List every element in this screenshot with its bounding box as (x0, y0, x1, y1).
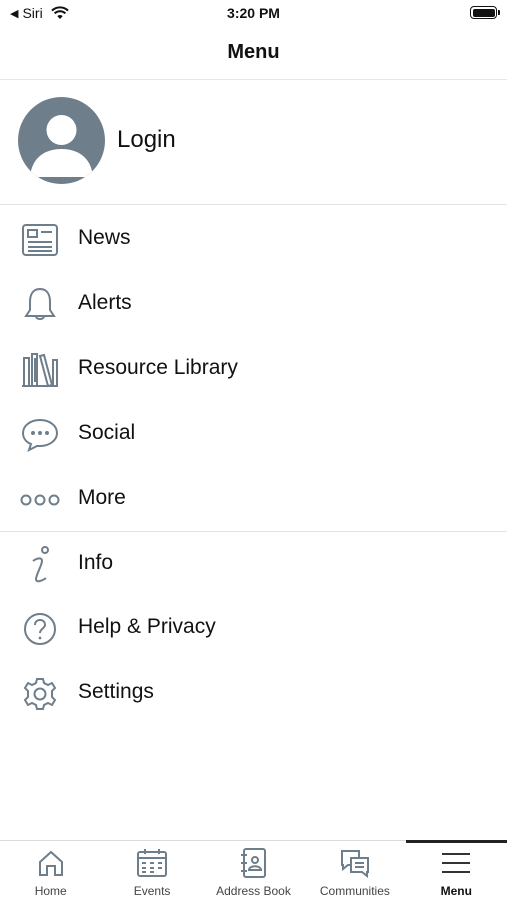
tab-communities[interactable]: Communities (304, 841, 405, 900)
menu-item-label: Alerts (78, 291, 132, 314)
tab-label: Events (133, 884, 171, 898)
help-icon (20, 609, 60, 649)
address-book-icon (203, 847, 304, 879)
menu-item-label: News (78, 226, 131, 249)
menu-item-news[interactable]: News (0, 207, 507, 272)
news-icon (20, 220, 60, 260)
tab-menu[interactable]: Menu (406, 841, 507, 900)
login-label[interactable]: Login (117, 126, 176, 154)
tab-label: Home (34, 884, 67, 898)
status-time: 3:20 PM (227, 5, 280, 21)
tab-events[interactable]: Events (101, 841, 202, 900)
battery-icon (470, 6, 500, 19)
menu-item-label: Info (78, 551, 114, 574)
calendar-icon (101, 847, 202, 879)
menu-item-label: Resource Library (78, 356, 238, 379)
menu-item-social[interactable]: Social (0, 402, 507, 467)
chat-bubble-icon (20, 415, 60, 455)
menu-item-settings[interactable]: Settings (0, 661, 507, 726)
menu-item-alerts[interactable]: Alerts (0, 272, 507, 337)
gear-icon (20, 674, 60, 714)
tab-label: Menu (440, 884, 472, 898)
communities-icon (304, 847, 405, 879)
status-bar: ◀ Siri 3:20 PM (0, 0, 507, 28)
tab-label: Communities (319, 884, 390, 898)
tab-label: Address Book (216, 884, 291, 898)
menu-item-label: More (78, 486, 126, 509)
library-icon (20, 350, 60, 390)
tab-home[interactable]: Home (0, 841, 101, 900)
nav-bar: Menu (0, 28, 507, 80)
menu-item-label: Help & Privacy (78, 615, 216, 638)
menu-item-label: Social (78, 421, 136, 444)
menu-item-resource-library[interactable]: Resource Library (0, 337, 507, 402)
info-icon (20, 545, 60, 585)
avatar[interactable] (18, 97, 105, 184)
bell-icon (20, 285, 60, 325)
menu-item-info[interactable]: Info (0, 532, 507, 597)
user-silhouette-icon (30, 115, 93, 177)
menu-item-help-privacy[interactable]: Help & Privacy (0, 596, 507, 661)
home-icon (0, 847, 101, 879)
tab-address-book[interactable]: Address Book (203, 841, 304, 900)
divider (0, 204, 507, 205)
menu-item-label: Settings (78, 680, 154, 703)
more-dots-icon (20, 480, 60, 520)
page-title: Menu (227, 41, 280, 63)
login-row[interactable]: Login (0, 80, 507, 204)
menu-item-more[interactable]: More (0, 467, 507, 532)
hamburger-icon (406, 847, 507, 879)
tab-bar: Home Events Address Book Communities Men… (0, 840, 507, 900)
